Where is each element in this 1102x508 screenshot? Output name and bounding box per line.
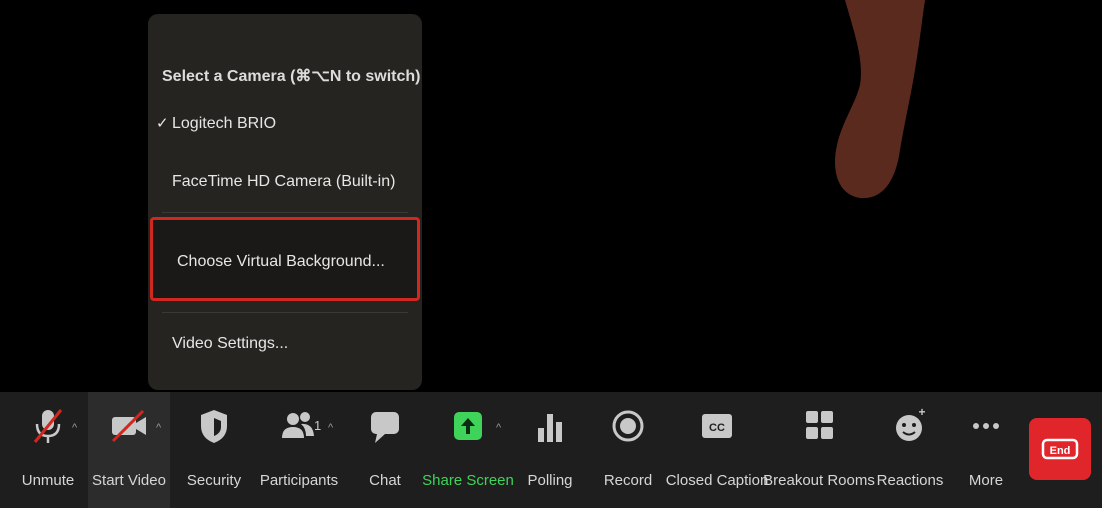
camera-menu-header: Select a Camera (⌘⌥N to switch) <box>162 68 421 85</box>
breakout-rooms-icon <box>799 406 839 446</box>
choose-virtual-background-item[interactable]: Choose Virtual Background... <box>150 217 420 301</box>
more-button[interactable]: More <box>958 392 1014 508</box>
share-screen-icon <box>448 406 488 446</box>
toolbar-label: Reactions <box>876 472 944 489</box>
breakout-rooms-button[interactable]: Breakout Rooms <box>763 392 875 508</box>
security-button[interactable]: Security <box>178 392 250 508</box>
svg-text:End: End <box>1050 445 1071 457</box>
muted-mic-icon <box>28 406 68 446</box>
polling-button[interactable]: Polling <box>518 392 582 508</box>
check-icon: ✓ <box>156 115 169 132</box>
camera-menu: Select a Camera (⌘⌥N to switch) ✓ Logite… <box>148 14 422 390</box>
camera-option-label: FaceTime HD Camera (Built-in) <box>172 173 396 190</box>
participant-video-blob <box>835 0 925 199</box>
chat-button[interactable]: Chat <box>354 392 416 508</box>
participants-button[interactable]: 1 ^ Participants <box>258 392 340 508</box>
record-button[interactable]: Record <box>596 392 660 508</box>
camera-option-facetime[interactable]: FaceTime HD Camera (Built-in) <box>148 162 422 202</box>
shield-icon <box>194 406 234 446</box>
start-video-button[interactable]: ^ Start Video <box>88 392 170 508</box>
cc-icon: CC <box>697 406 737 446</box>
camera-option-logitech-brio[interactable]: ✓ Logitech BRIO <box>148 104 422 144</box>
participants-icon <box>279 406 319 446</box>
toolbar-label: Participants <box>259 472 339 489</box>
chat-icon <box>365 406 405 446</box>
svg-text:+: + <box>918 406 925 419</box>
menu-divider <box>162 312 408 313</box>
menu-item-label: Video Settings... <box>172 335 289 352</box>
toolbar-label: Share Screen <box>422 472 514 489</box>
end-icon: End <box>1041 438 1079 460</box>
toolbar-label: Breakout Rooms <box>763 472 875 489</box>
closed-caption-button[interactable]: CC Closed Caption <box>666 392 768 508</box>
chevron-up-icon[interactable]: ^ <box>72 422 77 434</box>
record-icon <box>608 406 648 446</box>
video-settings-item[interactable]: Video Settings... <box>148 324 422 364</box>
camera-option-label: Logitech BRIO <box>172 115 277 132</box>
toolbar-label: Record <box>603 472 653 489</box>
share-screen-button[interactable]: ^ Share Screen <box>422 392 514 508</box>
chevron-up-icon[interactable]: ^ <box>156 422 161 434</box>
chevron-up-icon[interactable]: ^ <box>496 422 501 434</box>
toolbar-label: More <box>968 472 1004 489</box>
toolbar-label: Closed Caption <box>665 472 769 489</box>
toolbar-label: Start Video <box>92 472 166 489</box>
unmute-button[interactable]: ^ Unmute <box>10 392 86 508</box>
toolbar-label: Unmute <box>21 472 75 489</box>
meeting-toolbar: ^ Unmute ^ Start Video Security 1 ^ Part… <box>0 392 1102 508</box>
reactions-icon: + <box>890 406 930 446</box>
toolbar-label: Security <box>186 472 242 489</box>
menu-item-label: Choose Virtual Background... <box>177 253 385 270</box>
polling-icon <box>530 406 570 446</box>
svg-text:CC: CC <box>709 422 725 434</box>
video-off-icon <box>109 406 149 446</box>
reactions-button[interactable]: + Reactions <box>876 392 944 508</box>
end-meeting-button[interactable]: End <box>1029 418 1091 480</box>
more-icon <box>966 406 1006 446</box>
toolbar-label: Chat <box>369 472 401 489</box>
menu-divider <box>162 212 408 213</box>
toolbar-label: Polling <box>527 472 573 489</box>
chevron-up-icon[interactable]: ^ <box>328 422 333 434</box>
participants-count: 1 <box>314 418 322 433</box>
